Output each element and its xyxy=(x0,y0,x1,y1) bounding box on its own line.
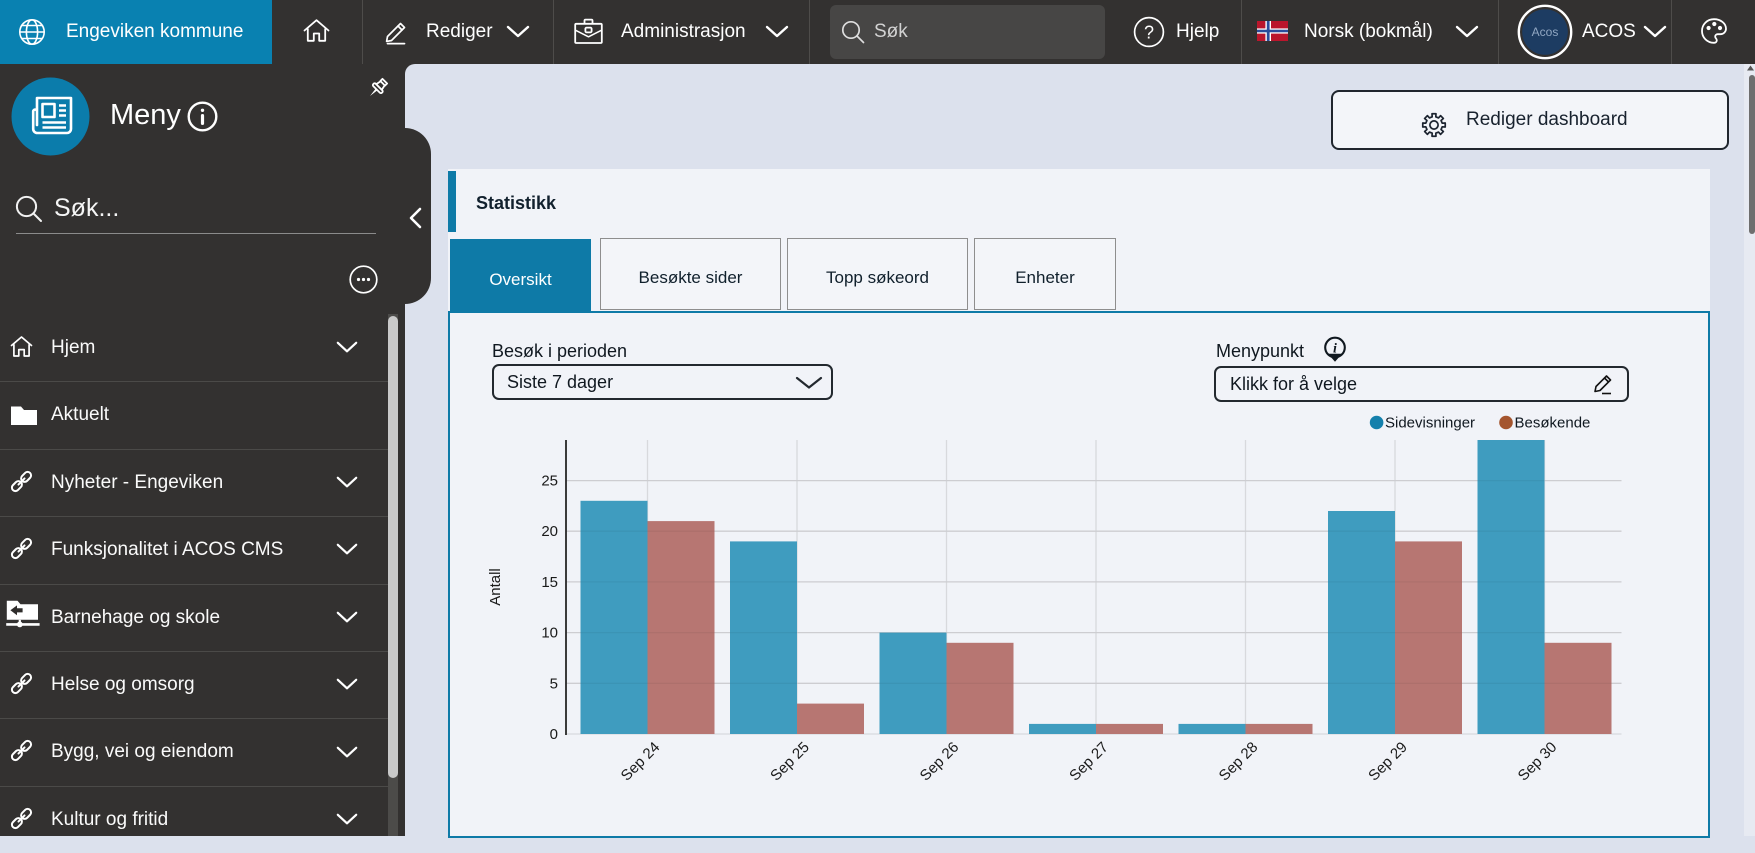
svg-text:Sep 27: Sep 27 xyxy=(1066,739,1112,785)
svg-text:Besøkende: Besøkende xyxy=(1515,415,1591,432)
svg-text:Sep 28: Sep 28 xyxy=(1216,739,1262,785)
svg-text:Sep 25: Sep 25 xyxy=(767,739,813,785)
svg-text:?: ? xyxy=(1144,23,1154,43)
svg-text:Sidevisninger: Sidevisninger xyxy=(1385,415,1475,432)
svg-text:Antall: Antall xyxy=(487,568,504,606)
svg-text:Sep 26: Sep 26 xyxy=(917,739,963,785)
svg-text:Acos: Acos xyxy=(1532,25,1559,39)
svg-text:10: 10 xyxy=(541,625,558,642)
svg-text:Sep 29: Sep 29 xyxy=(1365,739,1411,785)
svg-text:15: 15 xyxy=(541,574,558,591)
svg-text:0: 0 xyxy=(550,726,558,743)
svg-text:Sep 24: Sep 24 xyxy=(618,739,664,785)
svg-text:25: 25 xyxy=(541,473,558,490)
svg-text:20: 20 xyxy=(541,523,558,540)
svg-text:5: 5 xyxy=(550,675,558,692)
svg-text:Sep 30: Sep 30 xyxy=(1515,739,1561,785)
